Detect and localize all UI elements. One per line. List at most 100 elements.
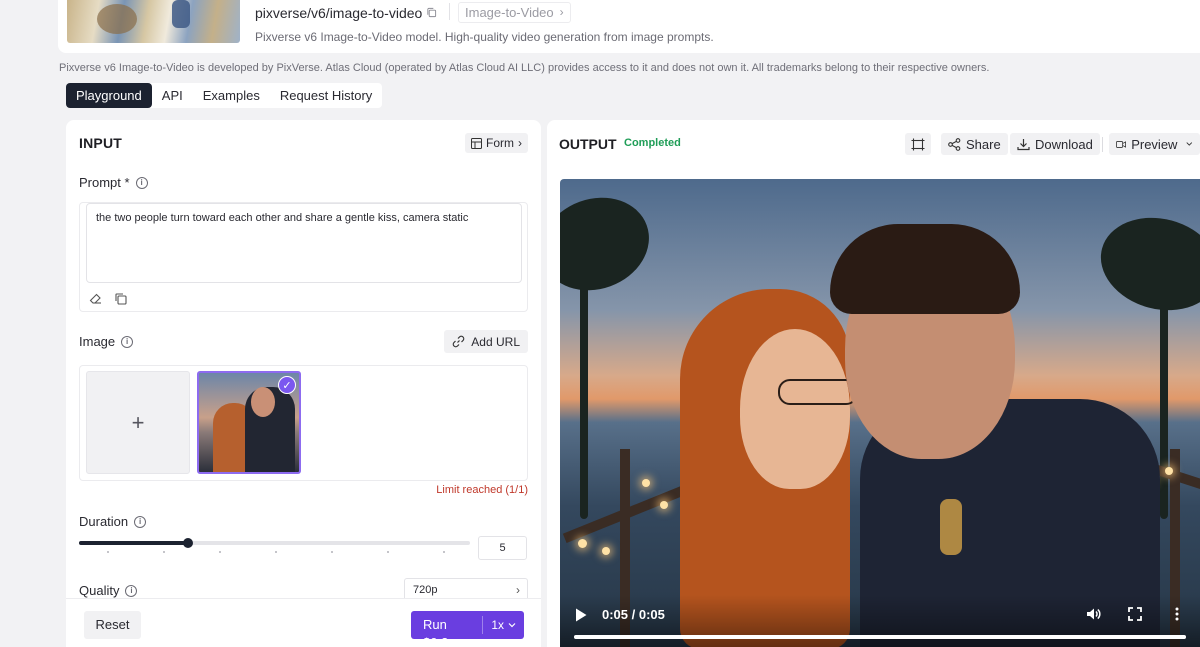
volume-icon[interactable]	[1085, 606, 1101, 622]
slider-tick	[275, 551, 277, 553]
prompt-tools	[88, 291, 128, 306]
duration-label: Duration	[79, 514, 129, 529]
duration-input[interactable]: 5	[478, 536, 527, 560]
uploaded-image-thumbnail[interactable]: ✓	[197, 371, 301, 474]
video-scene-woman-face	[740, 329, 850, 489]
chevron-down-icon	[508, 623, 516, 628]
copy-icon[interactable]	[426, 7, 437, 18]
tab-api[interactable]: API	[152, 83, 193, 108]
tab-examples[interactable]: Examples	[193, 83, 270, 108]
duration-slider-handle[interactable]	[183, 538, 194, 548]
slider-tick	[163, 551, 165, 553]
fit-frame-button[interactable]	[905, 133, 931, 155]
video-scene-man-hair	[830, 224, 1020, 314]
prompt-input[interactable]: the two people turn toward each other an…	[86, 203, 522, 283]
reset-button[interactable]: Reset	[84, 611, 141, 639]
fullscreen-icon[interactable]	[1127, 606, 1143, 622]
slider-tick	[387, 551, 389, 553]
slider-tick	[331, 551, 333, 553]
task-chip[interactable]: Image-to-Video ›	[458, 2, 571, 23]
link-icon	[453, 335, 465, 348]
disclaimer: Pixverse v6 Image-to-Video is developed …	[59, 62, 990, 74]
duration-slider-ticks	[79, 551, 470, 555]
video-scene-light	[660, 501, 668, 509]
model-description: Pixverse v6 Image-to-Video model. High-q…	[255, 30, 714, 44]
chevron-down-icon	[1186, 142, 1193, 146]
video-time: 0:05 / 0:05	[602, 607, 665, 622]
prompt-label-row: Prompt * i	[79, 175, 148, 190]
output-title: OUTPUT	[559, 136, 617, 152]
video-scene-light	[602, 547, 610, 555]
tab-playground[interactable]: Playground	[66, 83, 152, 108]
input-footer: Reset Run $0.3 1x	[66, 598, 541, 647]
limit-message: Limit reached (1/1)	[436, 484, 528, 496]
run-button-label[interactable]: Run $0.3	[411, 616, 484, 647]
slider-tick	[219, 551, 221, 553]
output-panel: OUTPUT Completed Share Download Preview	[547, 120, 1200, 647]
check-icon: ✓	[278, 376, 296, 394]
prompt-box: the two people turn toward each other an…	[79, 202, 528, 312]
duration-slider[interactable]	[79, 538, 470, 548]
task-chip-label: Image-to-Video	[465, 5, 554, 20]
video-progress-bar[interactable]	[574, 635, 1186, 639]
run-multiplier-dropdown[interactable]: 1x	[483, 618, 524, 632]
image-label: Image	[79, 334, 116, 349]
model-card: pixverse/v6/image-to-video Image-to-Vide…	[58, 0, 1200, 53]
video-progress-fill	[574, 635, 1186, 639]
video-scene-glasses	[778, 379, 858, 405]
eraser-icon[interactable]	[88, 291, 103, 306]
video-scene-shirt-emblem	[940, 499, 962, 555]
video-scene-light	[1165, 467, 1173, 475]
preview-label: Preview	[1131, 136, 1178, 152]
add-url-button[interactable]: Add URL	[444, 330, 528, 353]
output-video[interactable]: 0:05 / 0:05	[560, 179, 1200, 647]
download-button[interactable]: Download	[1010, 133, 1100, 155]
divider	[1102, 137, 1103, 152]
more-vertical-icon[interactable]	[1169, 606, 1185, 622]
info-icon[interactable]: i	[121, 335, 134, 348]
video-scene-light	[642, 479, 650, 487]
add-url-label: Add URL	[471, 334, 520, 349]
slider-tick	[443, 551, 445, 553]
chevron-right-icon: ›	[518, 136, 522, 150]
video-scene-palm	[1090, 205, 1200, 323]
play-icon[interactable]	[574, 607, 588, 623]
form-icon	[471, 137, 482, 149]
slider-tick	[107, 551, 109, 553]
quality-label: Quality	[79, 583, 120, 598]
form-button-label: Form	[486, 136, 514, 150]
video-scene-palm-trunk	[580, 259, 588, 519]
video-controls: 0:05 / 0:05	[560, 595, 1200, 647]
quality-value: 720p	[413, 584, 438, 596]
prompt-label: Prompt *	[79, 175, 130, 190]
status-badge: Completed	[624, 137, 681, 149]
preview-dropdown[interactable]: Preview	[1109, 133, 1200, 155]
image-label-row: Image i	[79, 334, 134, 349]
duplicate-icon[interactable]	[113, 291, 128, 306]
tab-request-history[interactable]: Request History	[270, 83, 382, 108]
image-box: + ✓	[79, 365, 528, 481]
model-thumbnail	[67, 0, 240, 43]
video-camera-icon	[1116, 140, 1127, 148]
video-scene-palm	[560, 182, 663, 306]
run-multiplier-value: 1x	[491, 618, 504, 632]
input-title: INPUT	[79, 135, 122, 151]
run-button[interactable]: Run $0.3 1x	[411, 611, 524, 647]
fit-frame-icon	[911, 138, 925, 150]
info-icon[interactable]: i	[134, 515, 147, 528]
video-scene-light	[578, 539, 587, 548]
form-button[interactable]: Form ›	[465, 133, 528, 153]
share-icon	[948, 137, 961, 151]
duration-slider-fill	[79, 541, 189, 545]
share-label: Share	[966, 136, 1001, 152]
divider	[449, 3, 450, 20]
duration-label-row: Duration i	[79, 514, 147, 529]
share-button[interactable]: Share	[941, 133, 1008, 155]
video-scene-palm-trunk	[1160, 279, 1168, 519]
quality-label-row: Quality i	[79, 583, 138, 598]
download-label: Download	[1035, 136, 1093, 152]
info-icon[interactable]: i	[125, 584, 138, 597]
info-icon[interactable]: i	[135, 176, 148, 189]
upload-image-slot[interactable]: +	[86, 371, 190, 474]
tab-bar: Playground API Examples Request History	[66, 83, 383, 108]
